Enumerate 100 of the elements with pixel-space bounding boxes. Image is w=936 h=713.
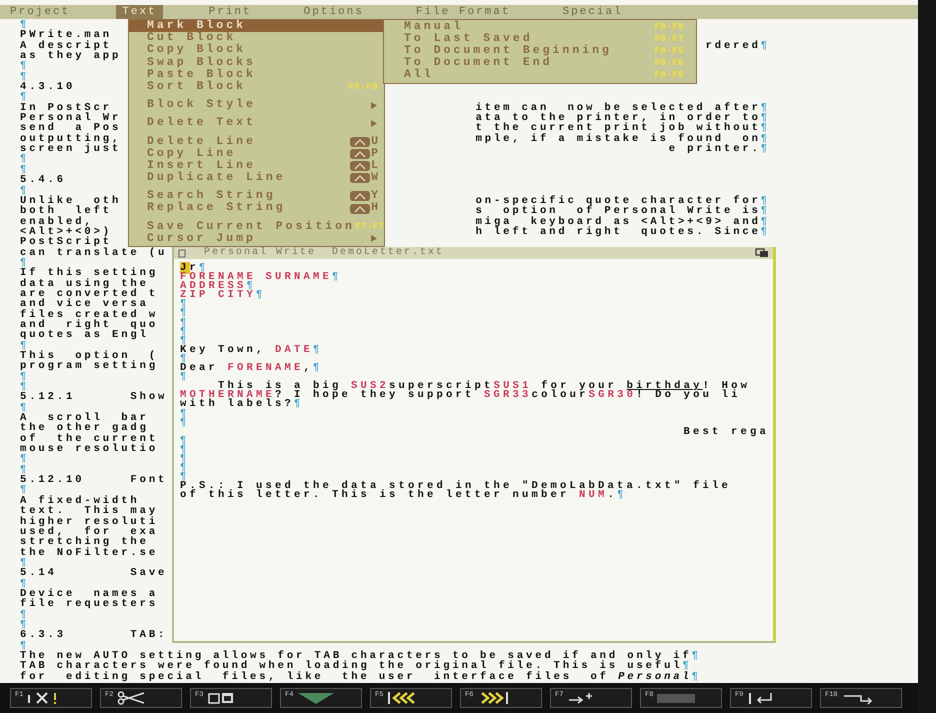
amiga-key-icon	[350, 148, 370, 159]
text-line: In PostScr	[20, 102, 112, 114]
text-line: The new AUTO setting allows for TAB characters to be saved if and only if¶	[20, 650, 701, 662]
menu-item[interactable]: Copy Line P	[129, 148, 384, 160]
menu-item[interactable]: Save Current Position F7-F7	[129, 220, 384, 233]
menu-item[interactable]: Mark Block	[129, 20, 384, 32]
menu-title[interactable]: File Format	[410, 5, 516, 19]
submenu-item[interactable]: To Last Saved F8-F7	[384, 33, 696, 45]
text-line: ¶	[180, 418, 190, 428]
text-line: rdered¶	[706, 40, 770, 52]
submenu-item[interactable]: All F8-F9	[384, 69, 696, 81]
menu-item[interactable]: Copy Block	[129, 44, 384, 57]
text-line: ¶	[20, 20, 30, 30]
text-line: used, for exa	[20, 526, 158, 538]
text-line: J r¶	[180, 264, 209, 274]
text-line: ¶	[20, 464, 30, 476]
menu-item[interactable]: Search String Y	[129, 190, 384, 202]
text-line: ¶	[20, 72, 30, 82]
text-line: ¶	[180, 318, 190, 328]
close-icon[interactable]	[178, 248, 186, 258]
text-line: ¶	[20, 164, 30, 176]
text-line: ¶	[20, 454, 30, 465]
text-line: the NoFilter.se	[20, 548, 158, 558]
text-line: and right quo	[20, 320, 158, 330]
menu-item[interactable]: Delete Line U	[129, 136, 384, 148]
text-line: Device names a	[20, 588, 158, 600]
submenu-item[interactable]: Manual F8-F8	[384, 21, 696, 33]
text-line: enabled,	[20, 216, 94, 227]
text-line: mple, if a mistake is found on¶	[476, 134, 770, 144]
text-line: s option of Personal Write is¶	[476, 206, 770, 217]
triangle-icon	[296, 691, 336, 705]
text-line: ¶	[180, 446, 190, 455]
menu-title[interactable]: Project	[4, 5, 76, 19]
menu-title[interactable]: Options	[298, 5, 370, 19]
menu-item[interactable]: Sort Block F6-F8	[129, 80, 384, 94]
text-line: item can now be selected after¶	[476, 102, 770, 114]
text-line: 5.12.10 Font	[20, 475, 168, 486]
text-line: text. This may	[20, 506, 158, 516]
menu-item[interactable]: Replace String H	[129, 202, 384, 215]
menu-item[interactable]: Block Style	[129, 99, 384, 112]
text-line: are converted t	[20, 288, 158, 300]
text-line: 4.3.10	[20, 82, 76, 92]
text-line: ¶	[20, 154, 30, 165]
menu-item[interactable]: Insert Line L	[129, 160, 384, 172]
text-line: Personal Wr	[20, 113, 122, 124]
menu-title[interactable]: Special	[556, 5, 629, 19]
submenu-item[interactable]: To Document End F8-F6	[384, 57, 696, 69]
text-line: for editing special files, like the user interface files of Personal¶	[20, 672, 701, 682]
text-line: 5.4.6	[20, 175, 66, 186]
text-line: data using the	[20, 278, 149, 289]
text-line: A scroll bar	[20, 413, 149, 424]
shortcut-key: U	[371, 136, 378, 148]
text-line: program setting	[20, 361, 158, 372]
text-line: ADDRESS¶	[180, 282, 256, 292]
shortcut-key: W	[371, 172, 378, 184]
menu-title[interactable]: Text	[116, 5, 163, 19]
amiga-key-icon	[350, 204, 370, 214]
text-line: TAB characters were found when loading the original file. This is useful¶	[20, 661, 692, 672]
text-line: PostScript	[20, 237, 112, 248]
depth-icon[interactable]	[755, 248, 769, 258]
menu-item[interactable]: Cursor Jump	[129, 232, 384, 245]
text-line: 6.3.3 TAB:	[20, 630, 168, 641]
text-line: ¶	[20, 402, 30, 414]
submenu-item[interactable]: To Document Beginning F8-F5	[384, 45, 696, 57]
text-line: ¶	[20, 610, 30, 620]
text-line: ¶	[20, 186, 30, 196]
text-line: higher resoluti	[20, 516, 158, 527]
text-line: ata to the printer, in order to¶	[476, 113, 770, 124]
text-line: ¶	[180, 436, 190, 446]
text-line: of the current	[20, 434, 158, 444]
text-line: A descript	[20, 40, 112, 52]
text-line: ¶	[180, 373, 190, 382]
menu-item[interactable]: Duplicate Line W	[129, 172, 384, 184]
text-line: ¶	[20, 258, 30, 268]
amiga-key-icon	[350, 191, 370, 202]
amiga-key-icon	[350, 136, 370, 147]
amiga-key-icon	[350, 160, 370, 171]
text-line: t the current print job without¶	[476, 123, 770, 134]
menu-item[interactable]: Cut Block	[129, 32, 384, 44]
text-line: ¶	[20, 92, 30, 103]
text-line: ¶	[20, 61, 30, 72]
text-line: ¶	[180, 354, 190, 364]
text-line: ¶	[180, 464, 190, 474]
text-line: both left	[20, 206, 112, 217]
text-line: ¶	[20, 640, 30, 651]
text-line: ¶	[180, 473, 190, 482]
text-line: with labels?¶	[180, 400, 304, 410]
menu-title[interactable]: Print	[202, 5, 258, 19]
text-line: 5.12.1 Show	[20, 392, 168, 403]
text-line: send a Pos	[20, 123, 122, 134]
bar-icon	[656, 691, 696, 705]
text-line: Best rega	[683, 428, 769, 437]
menu-item[interactable]: Paste Block	[129, 68, 384, 81]
menu-item[interactable]: Delete Text	[129, 117, 384, 130]
text-line: ¶	[180, 336, 190, 346]
text-line: stretching the	[20, 537, 149, 548]
text-line: miga keyboard as <Alt>+<9> and¶	[476, 216, 770, 227]
shortcut-key: L	[371, 160, 378, 172]
menu-item[interactable]: Swap Blocks	[129, 56, 384, 69]
text-line: quotes as Engl	[20, 330, 149, 341]
